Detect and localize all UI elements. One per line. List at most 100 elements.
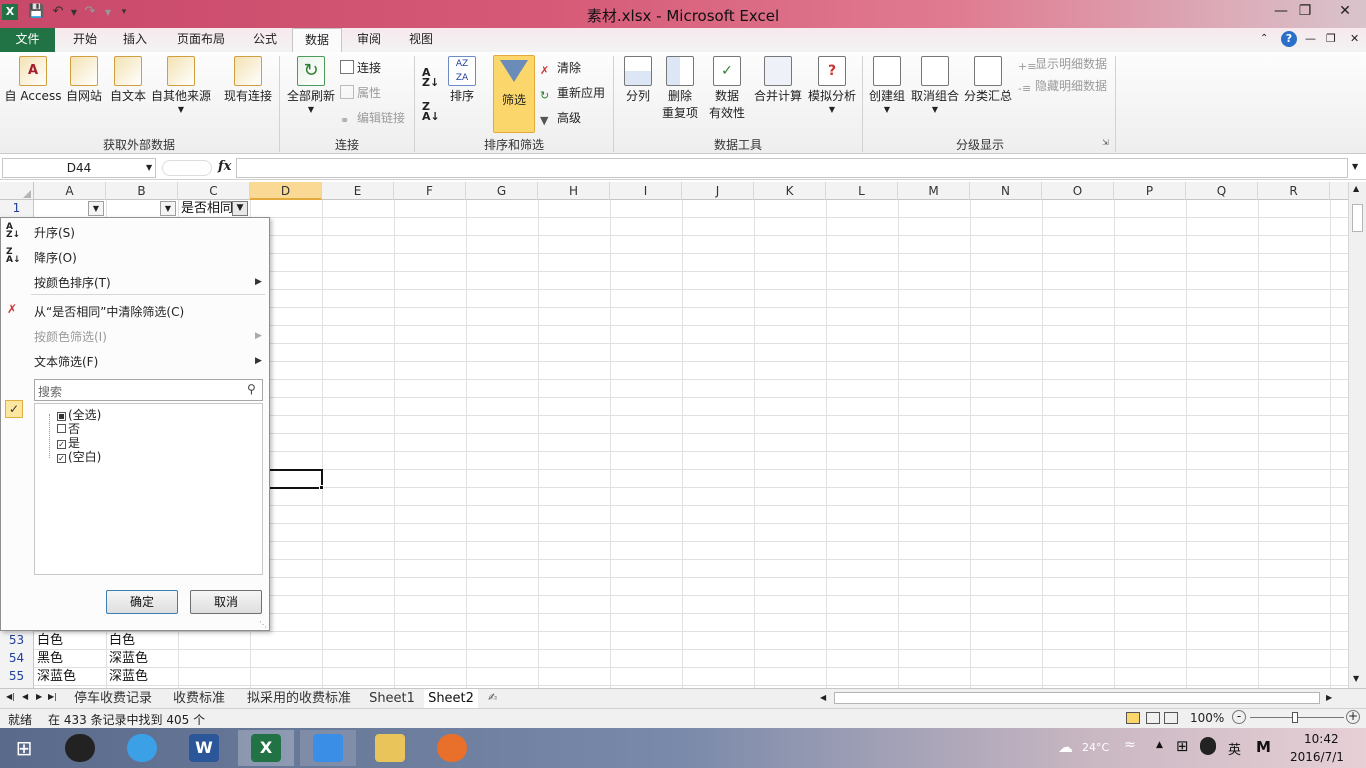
col-header-B[interactable]: B <box>106 182 178 200</box>
dialog-launcher-icon[interactable]: ⇲ <box>1102 138 1109 147</box>
properties-button[interactable]: 属性 <box>340 83 381 103</box>
filter-button[interactable]: 筛选 <box>493 55 535 133</box>
cell-B55[interactable]: 深蓝色 <box>109 668 148 685</box>
hide-detail-button[interactable]: -≡ 隐藏明细数据 <box>1018 76 1107 96</box>
col-header-H[interactable]: H <box>538 182 610 200</box>
insert-function-icon[interactable]: fx <box>218 159 231 174</box>
col-header-I[interactable]: I <box>610 182 682 200</box>
ime-indicator[interactable]: 英 <box>1228 739 1241 758</box>
ungroup-button[interactable]: 取消组合 ▼ <box>910 56 960 115</box>
taskbar-browser[interactable] <box>114 730 170 766</box>
refresh-all-button[interactable]: ↻ 全部刷新 ▼ <box>284 56 338 115</box>
row-header-55[interactable]: 55 <box>0 668 34 685</box>
group-button[interactable]: 创建组 ▼ <box>866 56 908 115</box>
zoom-slider-thumb[interactable] <box>1292 712 1298 723</box>
row-header-54[interactable]: 54 <box>0 650 34 667</box>
name-box-dropdown-icon[interactable]: ▼ <box>146 163 152 172</box>
col-header-R[interactable]: R <box>1258 182 1330 200</box>
first-sheet-icon[interactable]: ◀| <box>6 692 15 701</box>
name-box[interactable]: D44 <box>2 158 156 178</box>
horizontal-scroll-thumb[interactable] <box>834 692 1320 704</box>
tab-formulas[interactable]: 公式 <box>242 28 288 52</box>
cell-B53[interactable]: 白色 <box>109 632 135 649</box>
sheet-tab-sheet2[interactable]: Sheet2 <box>424 689 478 708</box>
sheet-tab-fee-standard[interactable]: 收费标准 <box>166 689 232 708</box>
cell-A55[interactable]: 深蓝色 <box>37 668 76 685</box>
normal-view-icon[interactable] <box>1126 712 1140 724</box>
sheet-tab-proposed-fee[interactable]: 拟采用的收费标准 <box>238 689 360 708</box>
workbook-close-icon[interactable]: ✕ <box>1350 32 1359 45</box>
minimize-ribbon-icon[interactable]: ⌃ <box>1260 33 1268 44</box>
start-windows-icon[interactable]: ⊞ <box>10 736 38 760</box>
clock-time[interactable]: 10:42 <box>1304 732 1339 746</box>
taskbar-explorer[interactable] <box>362 730 418 766</box>
reapply-button[interactable]: ↻ 重新应用 <box>540 83 605 103</box>
existing-connections-button[interactable]: 现有连接 <box>220 56 276 105</box>
menu-item-sort-desc[interactable]: 降序(O) <box>34 249 77 266</box>
col-header-D[interactable]: D <box>250 182 322 200</box>
cell-B54[interactable]: 深蓝色 <box>109 650 148 667</box>
ok-button[interactable]: 确定 <box>106 590 178 614</box>
col-header-Q[interactable]: Q <box>1186 182 1258 200</box>
remove-duplicates-button[interactable]: 删除 重复项 <box>660 56 700 122</box>
horizontal-scrollbar[interactable]: ◀ ▶ <box>818 690 1338 707</box>
formula-input[interactable] <box>236 158 1348 178</box>
col-header-J[interactable]: J <box>682 182 754 200</box>
menu-item-sort-asc[interactable]: 升序(S) <box>34 224 75 241</box>
what-if-button[interactable]: ? 模拟分析 ▼ <box>806 56 858 115</box>
col-header-N[interactable]: N <box>970 182 1042 200</box>
close-button[interactable]: ✕ <box>1330 0 1360 24</box>
weather-temp[interactable]: 24°C <box>1082 741 1109 754</box>
tab-review[interactable]: 审阅 <box>346 28 392 52</box>
vertical-scrollbar[interactable]: ▲ ▼ <box>1348 182 1366 688</box>
tray-expand-icon[interactable]: ▲ <box>1156 740 1163 750</box>
col-header-A[interactable]: A <box>34 182 106 200</box>
row-header-1[interactable]: 1 <box>0 200 34 217</box>
zoom-level[interactable]: 100% <box>1190 711 1224 725</box>
qq-tray-icon[interactable] <box>1200 737 1216 755</box>
search-box[interactable]: 搜索 ⚲ <box>34 379 263 401</box>
cell-A53[interactable]: 白色 <box>37 632 63 649</box>
col-header-E[interactable]: E <box>322 182 394 200</box>
zoom-in-icon[interactable]: + <box>1346 710 1360 724</box>
tab-page-layout[interactable]: 页面布局 <box>164 28 238 52</box>
resize-grip-icon[interactable]: ⋱ <box>259 620 267 629</box>
sort-asc-icon[interactable]: A Z↓ <box>422 67 439 88</box>
prev-sheet-icon[interactable]: ◀ <box>22 692 28 701</box>
scroll-up-icon[interactable]: ▲ <box>1353 184 1359 193</box>
text-to-columns-button[interactable]: 分列 <box>618 56 658 105</box>
col-header-C[interactable]: C <box>178 182 250 200</box>
filter-item-blanks[interactable]: ✓ (空白) <box>57 448 101 465</box>
tab-data[interactable]: 数据 <box>292 28 342 52</box>
filter-active-icon[interactable]: ▼ <box>232 201 248 216</box>
zoom-out-icon[interactable]: - <box>1232 710 1246 724</box>
filter-value-list[interactable]: (全选) 否 ✓ 是 ✓ (空白) <box>34 403 263 575</box>
col-header-F[interactable]: F <box>394 182 466 200</box>
scroll-down-icon[interactable]: ▼ <box>1353 674 1359 683</box>
tab-file[interactable]: 文件 <box>0 28 55 52</box>
menu-item-clear-filter[interactable]: 从“是否相同”中清除筛选(C) <box>34 303 184 320</box>
clear-button[interactable]: ✗ 清除 <box>540 58 581 78</box>
connections-button[interactable]: 连接 <box>340 58 381 78</box>
fill-handle[interactable] <box>319 485 324 490</box>
data-validation-button[interactable]: ✓ 数据 有效性 <box>704 56 750 122</box>
last-sheet-icon[interactable]: ▶| <box>48 692 57 701</box>
tab-home[interactable]: 开始 <box>62 28 108 52</box>
from-text-button[interactable]: 自文本 <box>106 56 150 105</box>
menu-item-text-filters[interactable]: 文本筛选(F) <box>34 353 98 370</box>
filter-dropdown-B[interactable]: ▼ <box>160 201 176 216</box>
sheet-tab-parking[interactable]: 停车收费记录 <box>66 689 160 708</box>
wifi-icon[interactable]: ≈ <box>1124 737 1136 753</box>
sort-button[interactable]: AZ ZA 排序 <box>444 56 480 105</box>
from-other-sources-button[interactable]: 自其他来源 ▼ <box>150 56 212 115</box>
show-detail-button[interactable]: +≡显示明细数据 <box>1018 54 1107 74</box>
vertical-scroll-thumb[interactable] <box>1352 204 1363 232</box>
sort-desc-icon[interactable]: Z A↓ <box>422 101 440 122</box>
filter-dropdown-A[interactable]: ▼ <box>88 201 104 216</box>
menu-item-filter-by-color[interactable]: 按颜色筛选(I) <box>34 328 107 345</box>
col-header-K[interactable]: K <box>754 182 826 200</box>
taskbar-app[interactable] <box>424 730 480 766</box>
taskbar-qq[interactable] <box>52 730 108 766</box>
taskbar-word[interactable]: W <box>176 730 232 766</box>
page-break-view-icon[interactable] <box>1164 712 1178 724</box>
